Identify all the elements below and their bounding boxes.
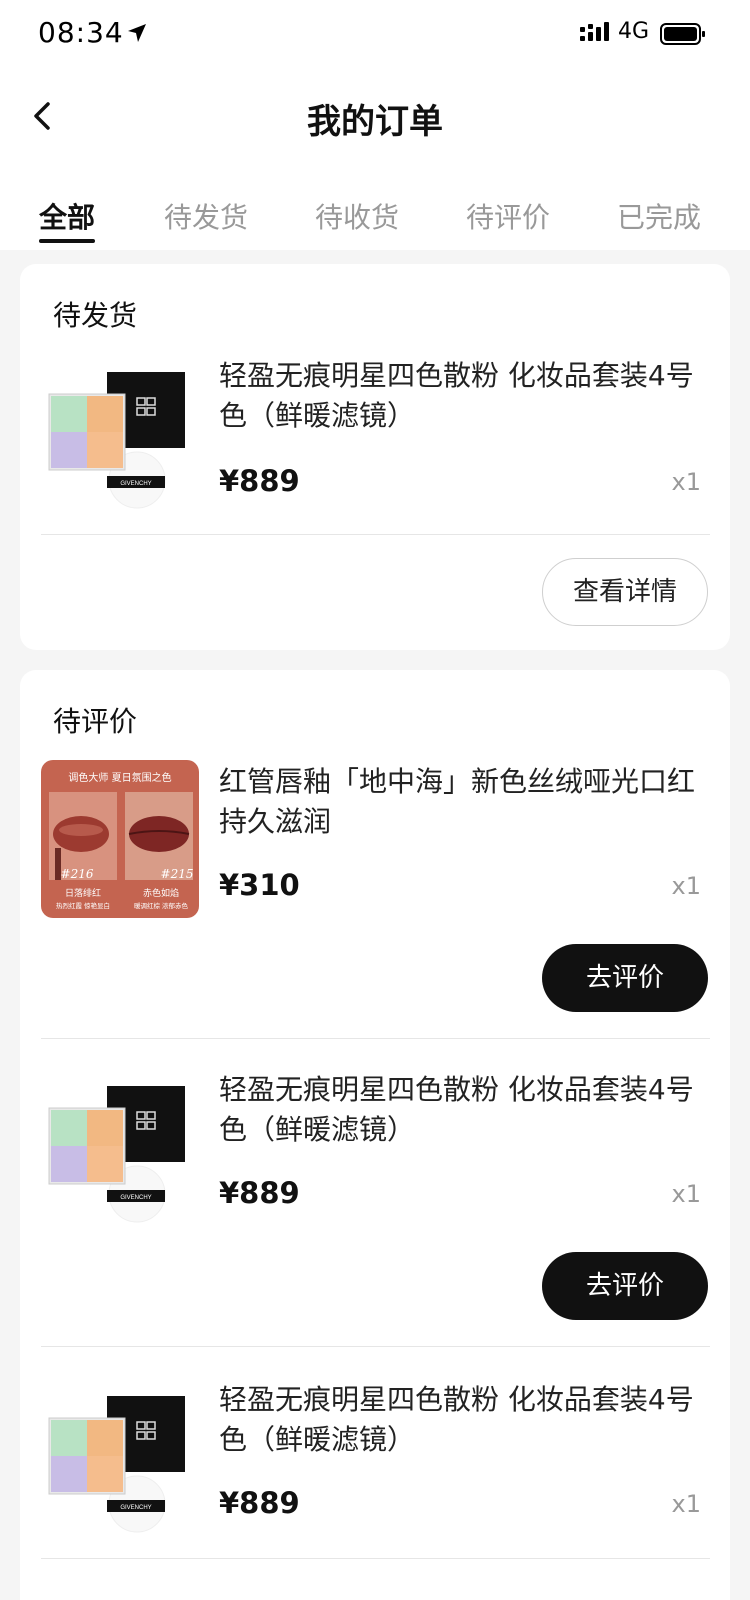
item-quantity: x1: [671, 468, 701, 496]
item-name: 轻盈无痕明星四色散粉 化妆品套装4号色（鲜暖滤镜）: [219, 1073, 694, 1146]
tab-to-review[interactable]: 待评价: [466, 196, 550, 236]
order-item[interactable]: GIVENCHY 轻盈无痕明星四色散粉 化妆品套装4号色（鲜暖滤镜） ¥889 …: [20, 1068, 730, 1228]
item-quantity: x1: [671, 1490, 701, 1518]
item-price: ¥889: [219, 1176, 300, 1210]
svg-text:GIVENCHY: GIVENCHY: [120, 1505, 151, 1511]
svg-text:#215: #215: [161, 867, 194, 881]
order-item[interactable]: GIVENCHY 轻盈无痕明星四色散粉 化妆品套装4号色（鲜暖滤镜） ¥889 …: [20, 354, 730, 524]
svg-text:GIVENCHY: GIVENCHY: [120, 1195, 151, 1201]
view-details-button[interactable]: 查看详情: [542, 558, 708, 626]
powder-palette-image: GIVENCHY: [41, 1068, 199, 1226]
item-name: 轻盈无痕明星四色散粉 化妆品套装4号色（鲜暖滤镜）: [219, 359, 694, 432]
svg-text:#216: #216: [61, 867, 94, 881]
svg-text:GIVENCHY: GIVENCHY: [120, 481, 151, 487]
status-time: 08:34: [38, 16, 124, 49]
item-name: 红管唇釉「地中海」新色丝绒哑光口红持久滋润: [219, 765, 696, 838]
item-quantity: x1: [671, 1180, 701, 1208]
order-item[interactable]: 调色大师 夏日氛围之色 #216 #215 日落绯红 赤色如焰 热烈红霞 惊艳显…: [20, 760, 730, 920]
active-tab-indicator: [39, 239, 95, 243]
order-card: 待评价 调色大师 夏日氛围之色 #216 #215 日落绯红 赤色如焰 热烈红霞…: [20, 670, 730, 1600]
order-item[interactable]: GIVENCHY 轻盈无痕明星四色散粉 化妆品套装4号色（鲜暖滤镜） ¥889 …: [20, 1378, 730, 1538]
svg-text:赤色如焰: 赤色如焰: [143, 887, 179, 899]
review-button[interactable]: 去评价: [542, 944, 708, 1012]
powder-palette-image: GIVENCHY: [41, 354, 199, 512]
tab-to-receive[interactable]: 待收货: [315, 196, 399, 236]
signal-icon: [580, 22, 609, 41]
location-arrow-icon: [128, 24, 146, 42]
item-price: ¥310: [219, 868, 300, 902]
item-price: ¥889: [219, 464, 300, 498]
svg-text:暖调红棕 浓郁赤色: 暖调红棕 浓郁赤色: [134, 901, 189, 910]
order-card: 待发货 GIVENCHY 轻盈无痕明星四色散粉 化妆品套装4号色（鲜暖滤镜） ¥: [20, 264, 730, 650]
svg-text:日落绯红: 日落绯红: [65, 887, 101, 899]
lipstick-image: 调色大师 夏日氛围之色 #216 #215 日落绯红 赤色如焰 热烈红霞 惊艳显…: [41, 760, 199, 918]
divider: [41, 1346, 710, 1347]
review-button[interactable]: 去评价: [542, 1252, 708, 1320]
battery-icon: [660, 23, 705, 45]
page-title: 我的订单: [307, 102, 443, 142]
order-status: 待发货: [53, 299, 138, 332]
item-price: ¥889: [219, 1486, 300, 1520]
order-status: 待评价: [53, 705, 138, 738]
divider: [41, 1038, 710, 1039]
divider: [41, 534, 710, 535]
item-quantity: x1: [671, 872, 701, 900]
tab-all[interactable]: 全部: [39, 196, 95, 236]
tab-to-ship[interactable]: 待发货: [164, 196, 248, 236]
network-type: 4G: [618, 19, 650, 44]
divider: [41, 1558, 710, 1559]
item-name: 轻盈无痕明星四色散粉 化妆品套装4号色（鲜暖滤镜）: [219, 1383, 694, 1456]
powder-palette-image: GIVENCHY: [41, 1378, 199, 1536]
nav-header: 我的订单: [0, 70, 750, 170]
tab-completed[interactable]: 已完成: [617, 196, 701, 236]
svg-text:热烈红霞 惊艳显白: 热烈红霞 惊艳显白: [56, 901, 110, 910]
status-bar: 08:34 4G: [0, 0, 750, 70]
svg-text:调色大师 夏日氛围之色: 调色大师 夏日氛围之色: [68, 771, 171, 784]
order-tabs: 全部 待发货 待收货 待评价 已完成: [0, 170, 750, 250]
